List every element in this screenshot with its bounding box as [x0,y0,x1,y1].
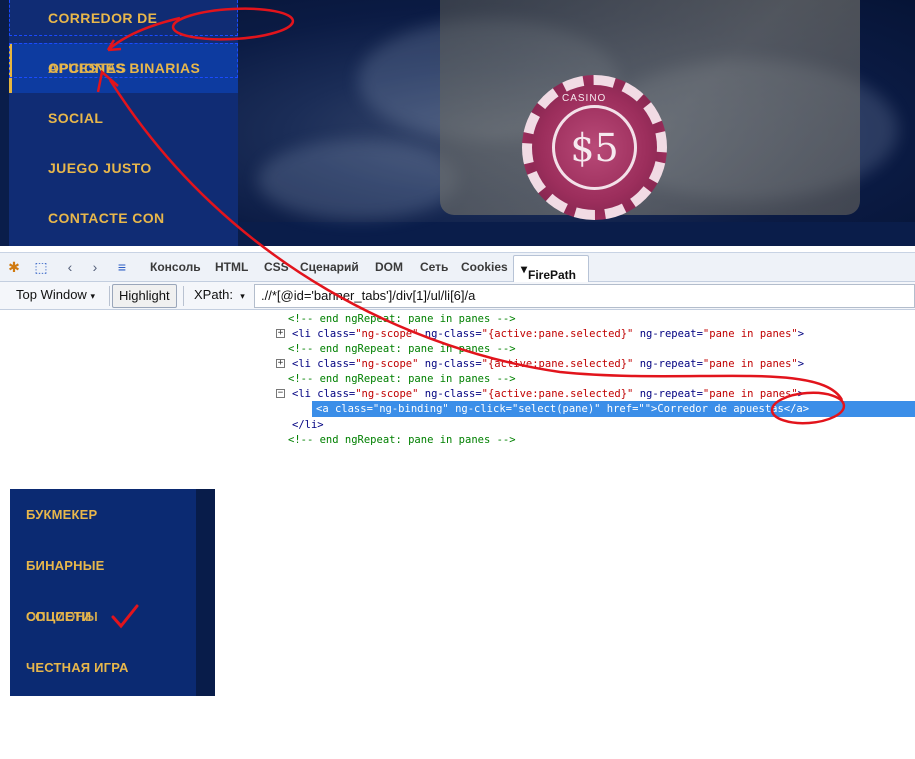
back-icon[interactable]: ‹ [62,259,78,275]
chip-label: CASINO [562,93,607,104]
tab-firepath-label: FirePath ▾ [521,262,577,282]
overlapping-nav-text: ОПЦИОНЫ [26,609,98,624]
command-line-icon[interactable]: ≡ [114,259,130,275]
chevron-down-icon: ▾ [240,291,245,301]
highlight-button[interactable]: Highlight [112,284,177,308]
tab-network[interactable]: Сеть [420,260,448,274]
nav-item-social[interactable]: SOCIAL [48,110,103,126]
selected-anchor-element[interactable]: <a class="ng-binding" ng-click="select(p… [312,401,915,417]
tab-html[interactable]: HTML [215,260,248,274]
ru-nav-item-bookmaker[interactable]: БУКМЕКЕР [26,507,97,522]
tab-console[interactable]: Консоль [150,260,201,274]
screenshot-root: CASINO $5 CORREDOR DE OPCIONES BINARIAS … [0,0,915,759]
ru-nav-item-binary[interactable]: БИНАРНЫЕ [26,558,105,573]
chip-value: $5 [552,105,637,190]
ru-nav-item-fair-play[interactable]: ЧЕСТНАЯ ИГРА [26,660,129,675]
nav-item-corredor[interactable]: CORREDOR DE [48,10,157,26]
expand-icon[interactable]: + [276,359,285,368]
ru-nav-edge [196,489,215,696]
code-li-element[interactable]: <li class="ng-scope" ng-class="{active:p… [292,358,804,370]
code-comment: <!-- end ngRepeat: pane in panes --> [288,343,516,355]
top-window-select[interactable]: Top Window ▾ [10,284,101,308]
tab-cookies[interactable]: Cookies [461,260,508,274]
overlapping-nav-text: APUESTAS [48,60,127,76]
code-comment: <!-- end ngRepeat: pane in panes --> [288,434,516,446]
devtools-tab-bar: ✱ ⬚ ‹ › ≡ Консоль HTML CSS Сценарий DOM … [0,252,915,283]
nav-item-contacte[interactable]: CONTACTE CON [48,210,165,226]
banner-left-strip [0,0,9,246]
inspect-icon[interactable]: ⬚ [33,259,49,275]
casino-chip-image: CASINO $5 [522,75,667,220]
smoke-effect [258,140,458,220]
code-li-element[interactable]: <li class="ng-scope" ng-class="{active:p… [292,328,804,340]
xpath-input[interactable]: .//*[@id='banner_tabs']/div[1]/ul/li[6]/… [254,284,915,308]
firebug-icon[interactable]: ✱ [6,259,22,275]
tab-script[interactable]: Сценарий [300,260,359,274]
expand-icon[interactable]: + [276,329,285,338]
tab-firepath[interactable]: FirePath ▾ [513,255,589,283]
xpath-type-select[interactable]: XPath: ▾ [188,284,251,308]
code-li-element[interactable]: <li class="ng-scope" ng-class="{active:p… [292,388,804,400]
tab-css[interactable]: CSS [264,260,289,274]
chevron-down-icon: ▾ [90,291,95,301]
code-comment: <!-- end ngRepeat: pane in panes --> [288,373,516,385]
tab-dom[interactable]: DOM [375,260,403,274]
casino-banner: CASINO $5 CORREDOR DE OPCIONES BINARIAS … [0,0,915,246]
nav-item-juego[interactable]: JUEGO JUSTO [48,160,152,176]
code-li-close: </li> [292,419,324,431]
forward-icon[interactable]: › [87,259,103,275]
toolbar-divider [183,286,184,306]
firepath-toolbar: Top Window ▾ Highlight XPath: ▾ .//*[@id… [0,282,915,310]
collapse-icon[interactable]: − [276,389,285,398]
firepath-results-panel: <!-- end ngRepeat: pane in panes --> + <… [0,310,915,450]
code-comment: <!-- end ngRepeat: pane in panes --> [288,313,516,325]
toolbar-divider [109,286,110,306]
